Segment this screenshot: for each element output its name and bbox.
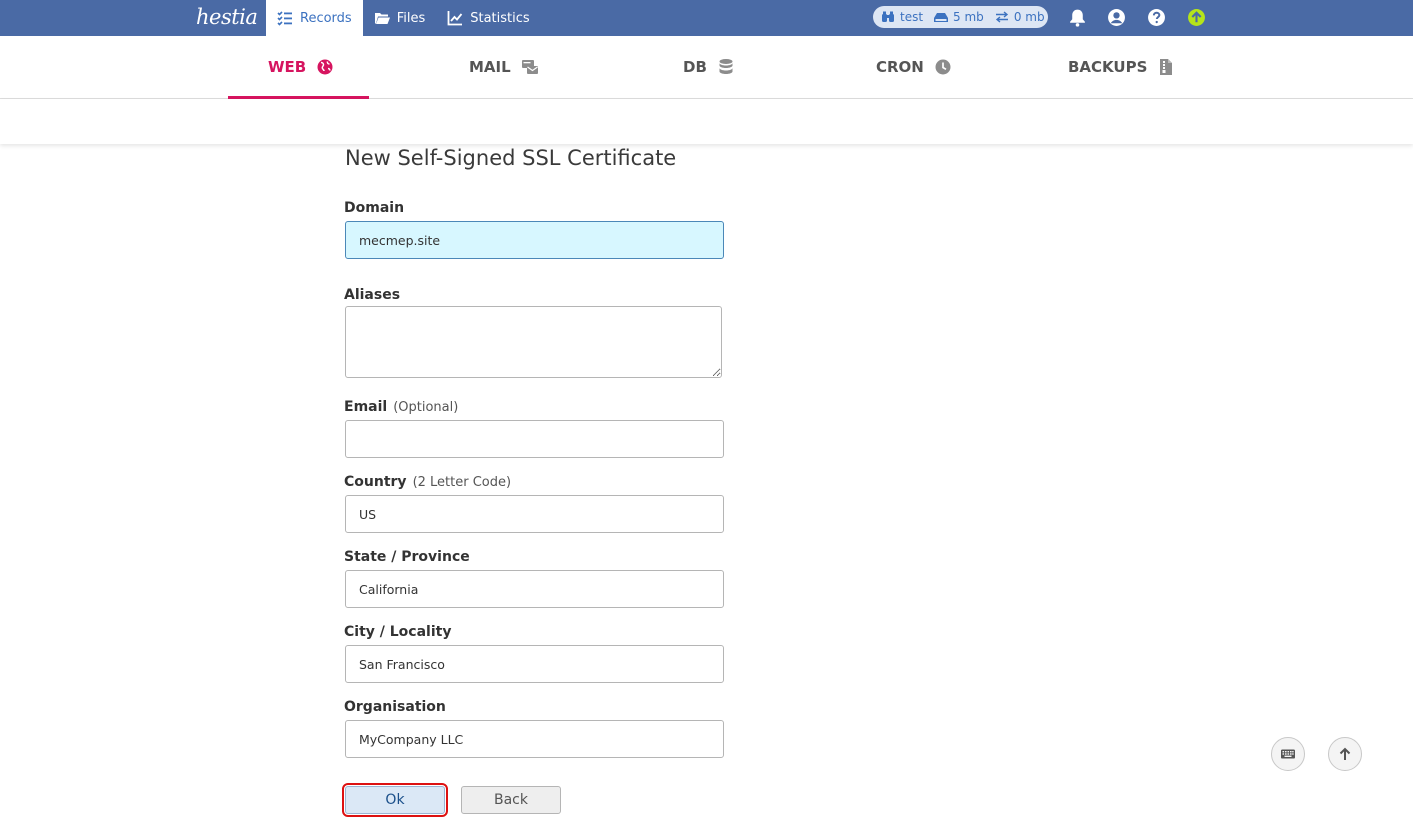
tab-db[interactable]: DB [683,36,735,98]
logo[interactable]: hestia [196,2,258,34]
clock-icon [935,59,951,75]
state-input[interactable] [345,570,724,608]
scroll-top-button[interactable] [1328,737,1362,771]
nav-files-label: Files [396,10,426,26]
question-circle-icon [1148,9,1165,26]
arrow-up-icon [1339,747,1351,760]
hard-drive-icon [934,13,949,22]
top-nav: Records Files Statistics [266,0,541,36]
file-archive-icon [1160,59,1173,75]
usage-disk-label: 5 mb [953,10,984,24]
tab-cron-label: CRON [876,58,924,76]
nav-files[interactable]: Files [363,0,437,36]
usage-disk: 5 mb [934,10,984,24]
tab-backups[interactable]: BACKUPS [1068,36,1175,98]
mail-stack-icon [521,60,538,74]
usage-user-label: test [900,10,924,24]
domain-label: Domain [344,200,405,216]
city-label: City / Locality [344,624,452,640]
folder-icon [374,13,390,24]
nav-statistics-label: Statistics [470,10,530,26]
usage-pill[interactable]: test 5 mb 0 mb [873,6,1048,28]
organisation-label: Organisation [344,699,446,715]
nav-records[interactable]: Records [266,0,363,36]
usage-bandwidth-label: 0 mb [1013,10,1045,24]
state-label: State / Province [344,549,470,565]
email-hint: (Optional) [393,400,459,415]
country-input[interactable] [345,495,724,533]
tab-cron[interactable]: CRON [876,36,952,98]
city-input[interactable] [345,645,724,683]
toolbar [0,99,1413,144]
usage-bandwidth: 0 mb [995,10,1045,24]
tab-backups-label: BACKUPS [1068,58,1148,76]
database-icon [719,59,733,74]
page-title: New Self-Signed SSL Certificate [345,146,677,170]
updates-button[interactable] [1187,8,1206,27]
back-button[interactable]: Back [461,786,561,814]
organisation-input[interactable] [345,720,724,758]
country-label: Country (2 Letter Code) [344,474,512,490]
tab-mail-label: MAIL [469,58,511,76]
ok-button[interactable]: Ok [342,783,448,817]
keyboard-icon [1281,749,1295,759]
shortcuts-button[interactable] [1271,737,1305,771]
user-menu-button[interactable] [1107,8,1126,27]
nav-records-label: Records [300,10,352,26]
binoculars-icon [882,11,894,22]
user-circle-icon [1108,9,1125,26]
update-arrow-icon [1188,9,1205,26]
notifications-button[interactable] [1068,8,1087,27]
email-label: Email (Optional) [344,399,459,415]
email-input[interactable] [345,420,724,458]
domain-input[interactable] [345,221,724,259]
bell-icon [1070,9,1085,27]
chart-line-icon [447,11,463,26]
section-tabs: WEB MAIL DB CRON BACKUPS [0,36,1413,99]
list-check-icon [277,11,292,26]
country-hint: (2 Letter Code) [412,475,512,490]
aliases-textarea[interactable] [345,306,722,378]
help-button[interactable] [1147,8,1166,27]
tab-web-label: WEB [268,58,307,76]
tab-mail[interactable]: MAIL [469,36,539,98]
tab-web[interactable]: WEB [268,36,334,98]
nav-statistics[interactable]: Statistics [436,0,540,36]
aliases-label: Aliases [344,287,401,303]
globe-icon [317,59,333,75]
exchange-icon [995,11,1008,23]
usage-user: test [881,10,923,24]
top-bar: hestia Records Files Statistics test 5 m… [0,0,1413,36]
tab-db-label: DB [683,58,707,76]
